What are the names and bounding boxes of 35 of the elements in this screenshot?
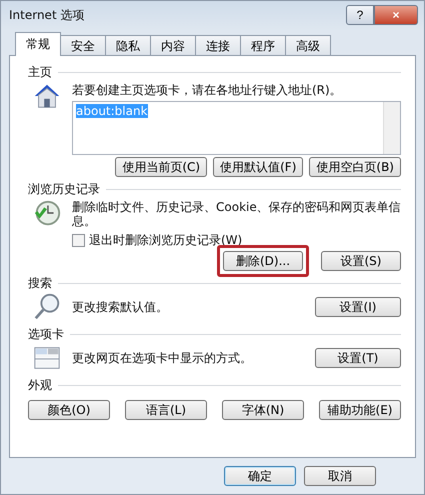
tab[interactable]: 安全 (60, 35, 106, 55)
description-text: 更改搜索默认值。 (72, 300, 169, 314)
tab[interactable]: 程序 (240, 35, 286, 55)
appearance-button[interactable]: 颜色(O) (28, 400, 110, 420)
appearance-button[interactable]: 字体(N) (222, 400, 304, 420)
description-text: 更改网页在选项卡中显示的方式。 (72, 351, 253, 365)
window-title: Internet 选项 (9, 6, 84, 24)
tab[interactable]: 连接 (195, 35, 241, 55)
cancel-button[interactable]: 取消 (304, 466, 376, 486)
delete-button[interactable]: 删除(D)... (223, 251, 303, 271)
homepage-button[interactable]: 使用空白页(B) (309, 157, 401, 177)
appearance-button[interactable]: 语言(L) (125, 400, 207, 420)
clock-icon (32, 198, 62, 228)
section-heading: 浏览历史记录 (28, 181, 100, 198)
magnifier-icon (32, 292, 62, 322)
section-heading: 外观 (28, 377, 52, 394)
settings-button[interactable]: 设置(S) (321, 251, 401, 271)
scrollbar[interactable] (383, 102, 400, 154)
section-heading: 搜索 (28, 275, 52, 292)
instruction-text: 若要创建主页选项卡，请在各地址行键入地址(R)。 (72, 83, 343, 97)
section-heading: 主页 (28, 64, 52, 81)
section-heading: 选项卡 (28, 326, 64, 343)
appearance-button[interactable]: 辅助功能(E) (319, 400, 401, 420)
tab[interactable]: 内容 (150, 35, 196, 55)
homepage-button[interactable]: 使用当前页(C) (115, 157, 208, 177)
help-button[interactable]: ? (346, 5, 374, 25)
settings-button[interactable]: 设置(I) (315, 297, 401, 317)
settings-button[interactable]: 设置(T) (315, 348, 401, 368)
tab[interactable]: 隐私 (105, 35, 151, 55)
tab[interactable]: 高级 (285, 35, 331, 55)
delete-on-exit-checkbox[interactable]: 退出时删除浏览历史记录(W) (72, 232, 401, 249)
homepage-button[interactable]: 使用默认值(F) (213, 157, 304, 177)
description-text: 删除临时文件、历史记录、Cookie、保存的密码和网页表单信息。 (72, 200, 401, 228)
tab[interactable]: 常规 (15, 32, 61, 56)
ok-button[interactable]: 确定 (224, 466, 296, 486)
